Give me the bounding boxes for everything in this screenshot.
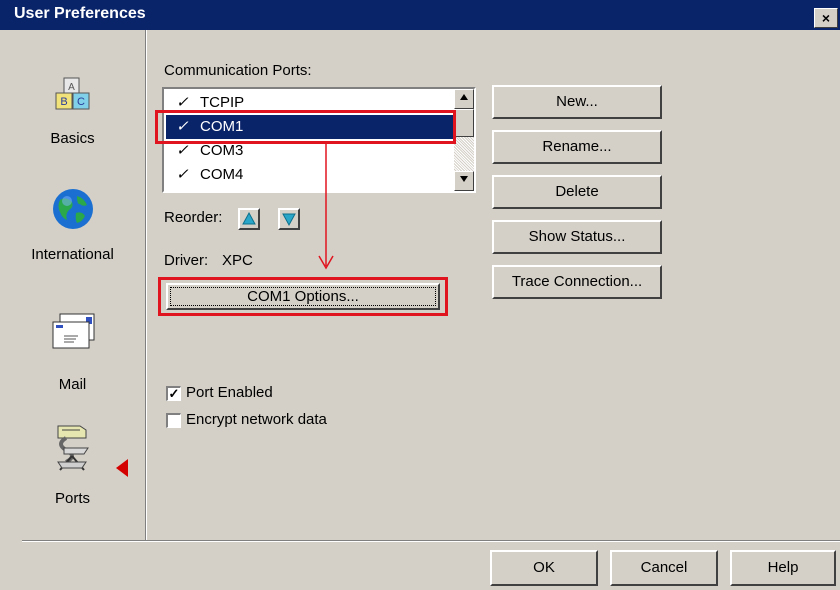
cancel-button[interactable]: Cancel <box>610 550 718 586</box>
rename-port-button[interactable]: Rename... <box>492 130 662 164</box>
communication-ports-label: Communication Ports: <box>164 62 312 79</box>
selected-nav-pointer-icon <box>116 459 128 477</box>
checkmark-icon: ✓ <box>168 386 180 401</box>
listbox-scrollbar[interactable] <box>454 89 474 191</box>
nav-item-basics[interactable]: A B C Basics <box>0 74 145 154</box>
nav-label-international: International <box>31 246 114 263</box>
abc-blocks-icon: A B C <box>55 77 90 110</box>
move-up-button[interactable] <box>238 208 260 230</box>
close-icon: × <box>821 10 831 26</box>
check-icon: ✓ <box>176 166 189 183</box>
annotation-arrow-icon <box>318 142 334 270</box>
reorder-label: Reorder: <box>164 209 223 226</box>
svg-text:C: C <box>77 96 85 108</box>
scroll-down-button[interactable] <box>454 171 474 191</box>
delete-port-button[interactable]: Delete <box>492 175 662 209</box>
triangle-up-icon <box>242 211 256 225</box>
highlight-selected-port <box>155 110 456 144</box>
encrypt-network-data-label[interactable]: Encrypt network data <box>186 411 327 428</box>
nav-item-international[interactable]: International <box>0 186 145 266</box>
scroll-thumb[interactable] <box>454 109 474 137</box>
show-status-button[interactable]: Show Status... <box>492 220 662 254</box>
move-down-button[interactable] <box>278 208 300 230</box>
ports-connector-icon <box>57 425 89 471</box>
port-enabled-label[interactable]: Port Enabled <box>186 384 273 401</box>
scroll-up-button[interactable] <box>454 89 474 109</box>
driver-value: XPC <box>222 252 253 269</box>
arrow-down-icon <box>460 176 468 182</box>
user-preferences-dialog: User Preferences × A B C Basics Internat… <box>0 0 840 590</box>
port-enabled-checkbox[interactable]: ✓ <box>166 386 181 401</box>
svg-text:B: B <box>60 96 67 108</box>
globe-icon <box>53 189 93 229</box>
window-title: User Preferences <box>14 5 146 22</box>
nav-label-ports: Ports <box>54 490 90 507</box>
arrow-up-icon <box>460 94 468 100</box>
title-bar[interactable]: User Preferences × <box>0 0 840 30</box>
triangle-down-icon <box>282 213 296 227</box>
svg-text:A: A <box>68 82 75 93</box>
envelope-icon <box>52 313 95 349</box>
trace-connection-button[interactable]: Trace Connection... <box>492 265 662 299</box>
nav-item-mail[interactable]: Mail <box>0 310 145 393</box>
nav-divider <box>145 30 147 542</box>
footer-separator <box>22 540 840 542</box>
nav-label-basics: Basics <box>50 130 95 147</box>
new-port-button[interactable]: New... <box>492 85 662 119</box>
driver-label: Driver: <box>164 252 209 269</box>
list-item[interactable]: ✓ COM4 <box>166 163 454 187</box>
encrypt-network-data-checkbox[interactable] <box>166 413 181 428</box>
close-button[interactable]: × <box>814 8 838 28</box>
nav-label-mail: Mail <box>58 376 87 393</box>
help-button[interactable]: Help <box>730 550 836 586</box>
highlight-options-button <box>158 277 448 316</box>
ok-button[interactable]: OK <box>490 550 598 586</box>
